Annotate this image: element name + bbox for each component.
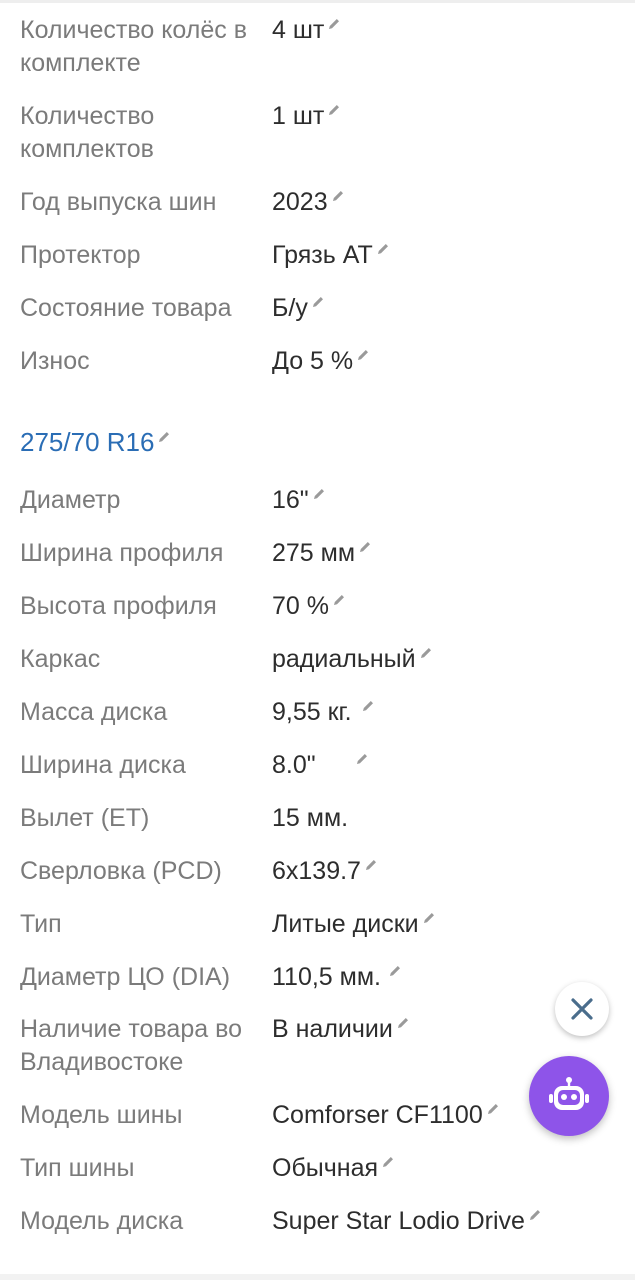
section-title-text: 275/70 R16 bbox=[20, 427, 155, 457]
spec-label: Диаметр bbox=[20, 486, 121, 514]
spec-value: радиальный bbox=[272, 643, 432, 676]
pencil-icon[interactable] bbox=[377, 243, 389, 255]
pencil-icon[interactable] bbox=[359, 541, 371, 553]
pencil-icon[interactable] bbox=[487, 1103, 499, 1115]
spec-label: Тип bbox=[20, 910, 62, 938]
spec-label: Год выпуска шин bbox=[20, 188, 217, 216]
spec-value: Б/у bbox=[272, 292, 324, 325]
spec-label: Масса диска bbox=[20, 698, 168, 726]
top-divider bbox=[0, 0, 635, 3]
spec-value: Super Star Lodio Drive bbox=[272, 1205, 541, 1238]
pencil-icon[interactable] bbox=[389, 965, 401, 977]
section-title: 275/70 R16 bbox=[20, 425, 170, 459]
spec-value: Литые диски bbox=[272, 908, 435, 941]
spec-label: Протектор bbox=[20, 241, 141, 269]
spec-label: Модель шины bbox=[20, 1101, 183, 1129]
pencil-icon[interactable] bbox=[423, 912, 435, 924]
close-assistant-button[interactable] bbox=[555, 982, 609, 1036]
bottom-divider bbox=[0, 1274, 635, 1280]
pencil-icon[interactable] bbox=[382, 1156, 394, 1168]
pencil-icon[interactable] bbox=[332, 190, 344, 202]
spec-value: До 5 % bbox=[272, 345, 369, 378]
spec-label: Высота профиля bbox=[20, 592, 217, 620]
pencil-icon[interactable] bbox=[397, 1017, 409, 1029]
spec-label: Тип шины bbox=[20, 1154, 135, 1182]
assistant-button[interactable] bbox=[529, 1056, 609, 1136]
pencil-icon[interactable] bbox=[362, 700, 374, 712]
pencil-icon[interactable] bbox=[333, 594, 345, 606]
spec-value: 6x139.7 bbox=[272, 855, 377, 888]
spec-label: Каркас bbox=[20, 645, 101, 673]
pencil-icon[interactable] bbox=[357, 349, 369, 361]
spec-value: 110,5 мм. bbox=[272, 961, 401, 994]
spec-value: 16" bbox=[272, 484, 325, 517]
spec-label: Состояние товара bbox=[20, 294, 232, 322]
spec-value: 70 % bbox=[272, 590, 345, 623]
pencil-icon[interactable] bbox=[328, 104, 340, 116]
spec-label: Износ bbox=[20, 347, 90, 375]
spec-value: Comforser CF1100 bbox=[272, 1099, 499, 1132]
spec-value: 275 мм bbox=[272, 537, 371, 570]
spec-value: 15 мм. bbox=[272, 804, 349, 832]
spec-label: Количество комплектов bbox=[20, 102, 155, 163]
spec-label: Диаметр ЦО (DIA) bbox=[20, 963, 231, 991]
spec-value: 1 шт bbox=[272, 100, 340, 133]
spec-value: В наличии bbox=[272, 1013, 409, 1046]
spec-value: 9,55 кг. bbox=[272, 696, 374, 729]
spec-label: Ширина диска bbox=[20, 751, 186, 779]
pencil-icon[interactable] bbox=[313, 488, 325, 500]
pencil-icon[interactable] bbox=[529, 1209, 541, 1221]
spec-label: Наличие товара во Владивостоке bbox=[20, 1015, 242, 1076]
spec-value: Обычная bbox=[272, 1152, 394, 1185]
spec-value: Грязь AT bbox=[272, 239, 389, 272]
spec-label: Сверловка (PCD) bbox=[20, 857, 222, 885]
spec-value: 4 шт bbox=[272, 14, 340, 47]
spec-value: 2023 bbox=[272, 186, 344, 219]
spec-label: Модель диска bbox=[20, 1207, 184, 1235]
spec-label: Количество колёс в комплекте bbox=[20, 16, 247, 77]
pencil-icon[interactable] bbox=[312, 296, 324, 308]
pencil-icon[interactable] bbox=[356, 753, 368, 765]
spec-value: 8.0" bbox=[272, 749, 368, 782]
pencil-icon[interactable] bbox=[158, 431, 170, 443]
close-icon bbox=[571, 998, 593, 1020]
pencil-icon[interactable] bbox=[365, 859, 377, 871]
spec-label: Ширина профиля bbox=[20, 539, 224, 567]
pencil-icon[interactable] bbox=[420, 647, 432, 659]
robot-icon bbox=[549, 1077, 589, 1110]
pencil-icon[interactable] bbox=[328, 18, 340, 30]
spec-label: Вылет (ET) bbox=[20, 804, 150, 832]
